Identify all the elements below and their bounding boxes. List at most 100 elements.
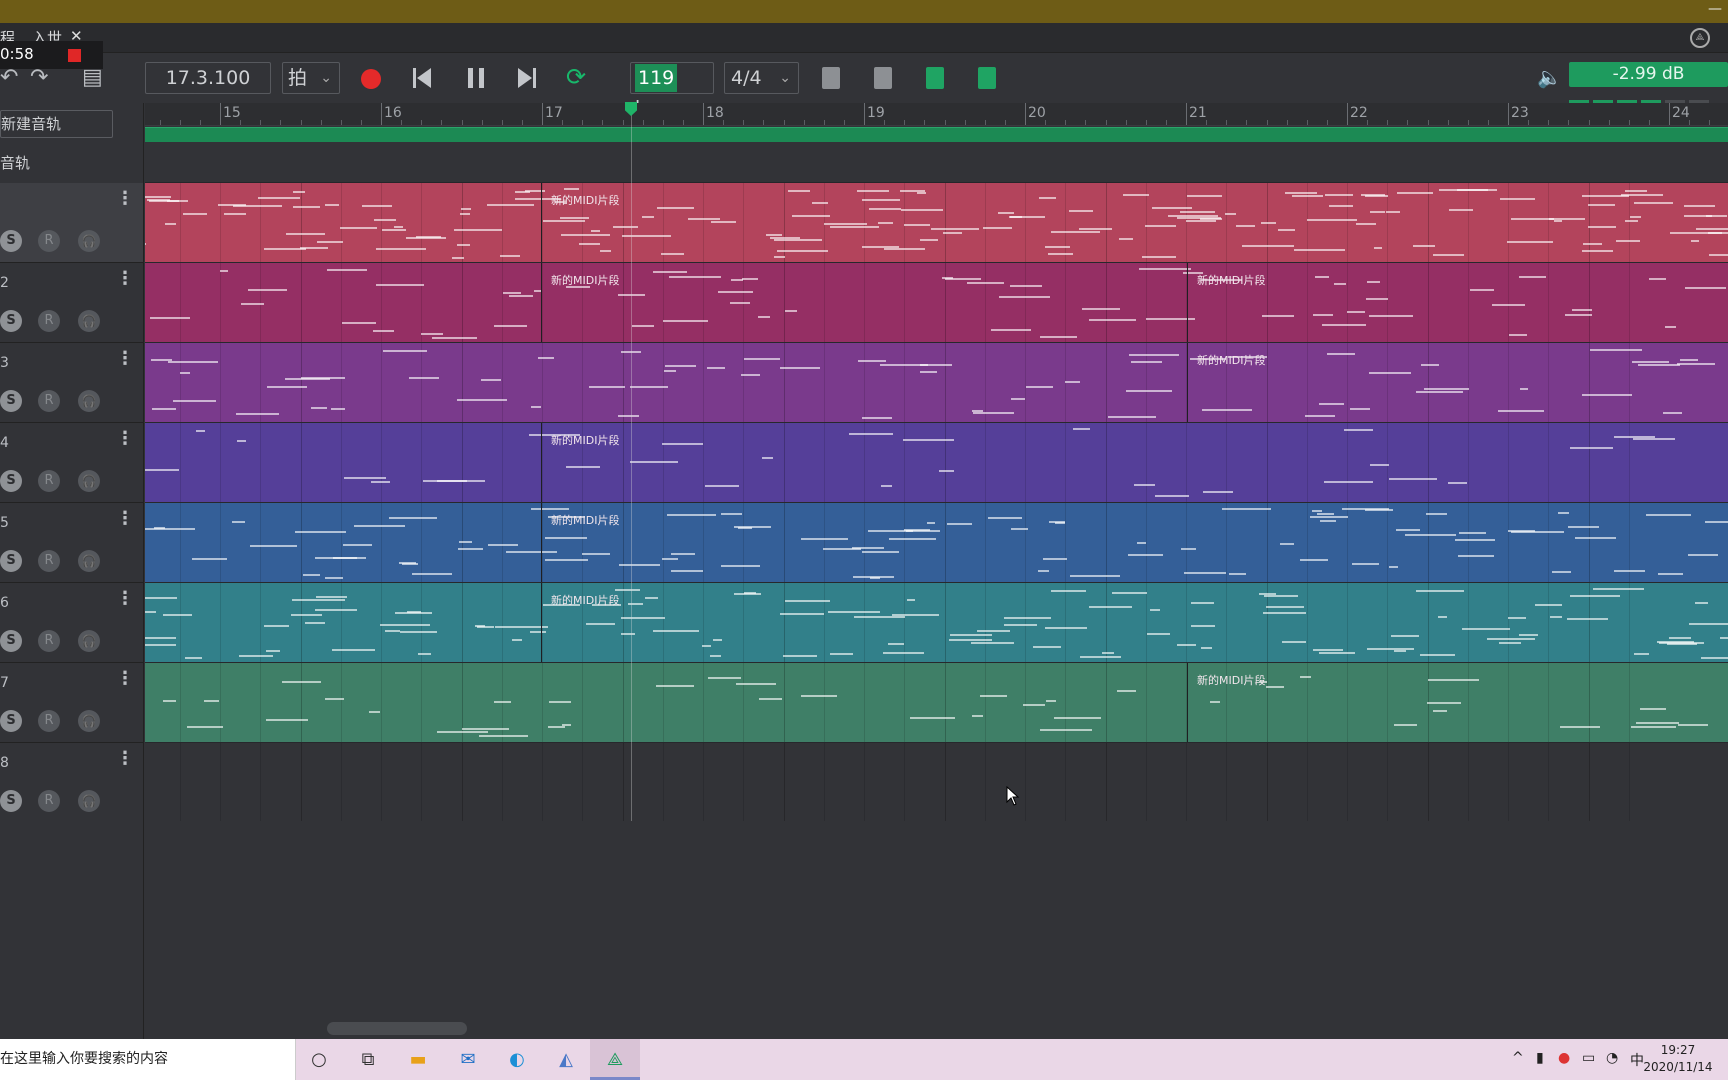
- midi-note[interactable]: [1567, 618, 1609, 621]
- midi-note[interactable]: [1551, 571, 1572, 574]
- midi-note[interactable]: [970, 642, 1015, 645]
- midi-note[interactable]: [931, 227, 980, 230]
- midi-note[interactable]: [1054, 717, 1101, 720]
- midi-note[interactable]: [718, 290, 753, 293]
- track-menu-icon[interactable]: ⋮: [116, 590, 134, 608]
- midi-note[interactable]: [1123, 194, 1149, 197]
- midi-note[interactable]: [317, 241, 344, 244]
- midi-note[interactable]: [792, 215, 830, 218]
- record-arm-button[interactable]: R: [38, 710, 60, 732]
- midi-note[interactable]: [456, 243, 471, 246]
- midi-note[interactable]: [1307, 219, 1357, 222]
- track-header[interactable]: 2 ⋮ S R 🎧: [0, 263, 144, 343]
- midi-note[interactable]: [761, 457, 774, 460]
- midi-note[interactable]: [1312, 314, 1334, 317]
- cortana-icon[interactable]: ○: [307, 1048, 331, 1072]
- midi-note[interactable]: [417, 652, 432, 655]
- midi-note[interactable]: [1683, 204, 1715, 207]
- midi-note[interactable]: [811, 202, 828, 204]
- midi-note[interactable]: [302, 573, 320, 576]
- midi-note[interactable]: [1432, 254, 1465, 257]
- record-arm-button[interactable]: R: [38, 390, 60, 412]
- solo-button[interactable]: S: [0, 630, 22, 652]
- playhead[interactable]: [631, 103, 632, 821]
- midi-note[interactable]: [1633, 202, 1673, 205]
- midi-note[interactable]: [903, 528, 931, 531]
- midi-note[interactable]: [1089, 605, 1133, 608]
- midi-note[interactable]: [599, 249, 612, 252]
- midi-note[interactable]: [548, 726, 565, 729]
- midi-note[interactable]: [248, 288, 287, 291]
- midi-note[interactable]: [904, 223, 931, 226]
- midi-note[interactable]: [1366, 298, 1389, 301]
- midi-note[interactable]: [529, 630, 546, 633]
- midi-note[interactable]: [612, 225, 638, 228]
- midi-note[interactable]: [1200, 646, 1212, 649]
- add-track-button[interactable]: 新建音轨: [0, 110, 113, 138]
- monitor-headphones-icon[interactable]: 🎧: [78, 470, 100, 492]
- track-header[interactable]: 8 ⋮ S R 🎧: [0, 743, 144, 823]
- midi-note[interactable]: [1389, 566, 1399, 569]
- midi-note[interactable]: [265, 718, 308, 721]
- midi-note[interactable]: [1292, 194, 1323, 197]
- midi-note[interactable]: [1708, 254, 1728, 257]
- midi-note[interactable]: [744, 357, 781, 360]
- track-menu-icon[interactable]: ⋮: [116, 430, 134, 448]
- midi-note[interactable]: [1574, 536, 1616, 539]
- midi-note[interactable]: [861, 551, 899, 554]
- pause-icon[interactable]: [465, 66, 487, 90]
- count-in-icon[interactable]: [822, 67, 840, 89]
- midi-note[interactable]: [1179, 211, 1216, 214]
- midi-note[interactable]: [1040, 336, 1078, 339]
- midi-note[interactable]: [652, 271, 688, 274]
- midi-note[interactable]: [1683, 214, 1712, 217]
- midi-note[interactable]: [586, 623, 615, 626]
- midi-note[interactable]: [1111, 591, 1148, 594]
- midi-note[interactable]: [1707, 232, 1728, 235]
- midi-note[interactable]: [823, 223, 868, 226]
- midi-note[interactable]: [917, 192, 927, 195]
- midi-note[interactable]: [782, 655, 817, 658]
- position-display[interactable]: 17.3.100: [145, 62, 271, 94]
- minimize-button[interactable]: —: [1708, 0, 1722, 18]
- snap-select[interactable]: 拍 ⌄: [282, 62, 340, 94]
- midi-note[interactable]: [342, 321, 377, 324]
- midi-note[interactable]: [883, 651, 925, 654]
- clip-boundary[interactable]: [541, 183, 542, 262]
- midi-note[interactable]: [1629, 215, 1641, 218]
- midi-note[interactable]: [1279, 542, 1295, 545]
- midi-note[interactable]: [671, 552, 696, 555]
- midi-note[interactable]: [503, 292, 521, 295]
- midi-note[interactable]: [145, 644, 177, 647]
- midi-note[interactable]: [292, 206, 321, 209]
- tray-expand-icon[interactable]: ^: [1512, 1050, 1524, 1066]
- track-lane[interactable]: [145, 743, 1728, 823]
- clip-boundary[interactable]: [541, 263, 542, 342]
- midi-note[interactable]: [1318, 403, 1344, 406]
- midi-note[interactable]: [773, 256, 786, 259]
- midi-note[interactable]: [1507, 616, 1526, 619]
- midi-note[interactable]: [362, 204, 392, 207]
- midi-note[interactable]: [943, 231, 962, 234]
- midi-note[interactable]: [919, 239, 938, 242]
- midi-note[interactable]: [665, 364, 696, 367]
- track-header[interactable]: ⋮ S R 🎧: [0, 183, 144, 263]
- midi-note[interactable]: [888, 538, 936, 541]
- midi-note[interactable]: [1420, 363, 1440, 366]
- midi-note[interactable]: [1229, 573, 1246, 576]
- solo-button[interactable]: S: [0, 470, 22, 492]
- midi-note[interactable]: [544, 536, 588, 539]
- midi-note[interactable]: [1616, 239, 1641, 242]
- midi-note[interactable]: [877, 221, 894, 224]
- midi-note[interactable]: [286, 233, 325, 236]
- midi-note[interactable]: [1368, 314, 1414, 317]
- record-arm-button[interactable]: R: [38, 230, 60, 252]
- midi-note[interactable]: [765, 234, 782, 237]
- midi-note[interactable]: [670, 570, 704, 573]
- midi-note[interactable]: [1497, 410, 1544, 413]
- midi-note[interactable]: [983, 226, 1012, 229]
- clip-boundary[interactable]: [1187, 343, 1188, 422]
- record-arm-button[interactable]: R: [38, 550, 60, 572]
- midi-note[interactable]: [537, 356, 554, 359]
- midi-note[interactable]: [662, 320, 709, 323]
